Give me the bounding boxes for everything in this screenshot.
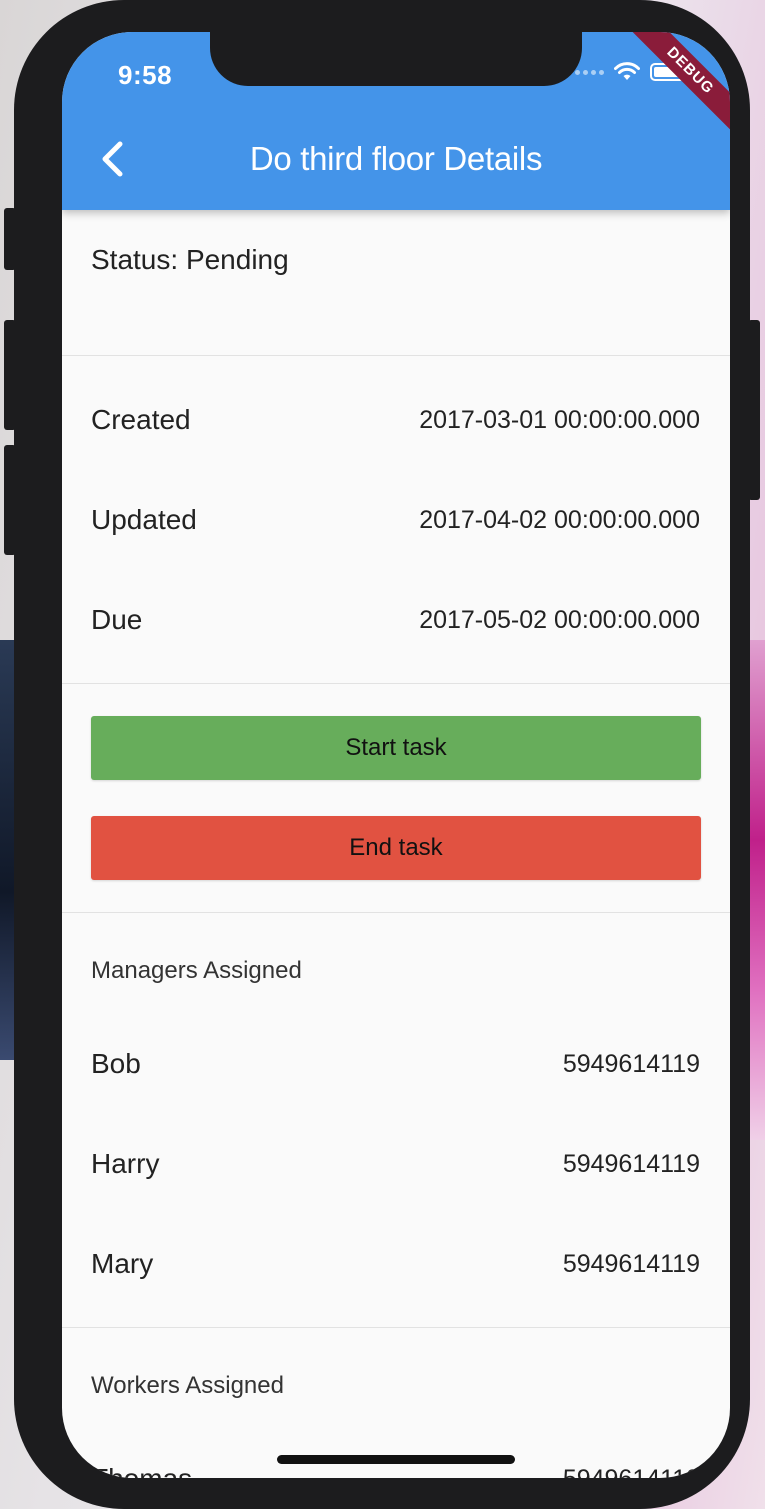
home-indicator[interactable] (277, 1455, 515, 1464)
manager-name: Bob (91, 1048, 141, 1079)
phone-frame: 9:58 DEBUG Do third floor Details Status… (4, 0, 760, 1509)
manager-name: Harry (91, 1148, 160, 1179)
workers-heading: Workers Assigned (91, 1372, 284, 1399)
page-title: Do third floor Details (249, 140, 543, 177)
start-task-button[interactable]: Start task (91, 716, 701, 780)
divider (62, 683, 730, 684)
divider (62, 912, 730, 913)
notch (210, 32, 582, 86)
managers-heading: Managers Assigned (91, 957, 302, 984)
due-label: Due (91, 604, 143, 635)
screen: 9:58 DEBUG Do third floor Details Status… (62, 32, 730, 1478)
due-value: 2017-05-02 00:00:00.000 (419, 606, 700, 634)
divider (62, 1327, 730, 1328)
worker-name: Thomas (91, 1463, 192, 1478)
status-text: Status: Pending (91, 244, 289, 275)
manager-phone: 5949614119 (562, 1050, 700, 1078)
updated-value: 2017-04-02 00:00:00.000 (419, 506, 700, 534)
created-value: 2017-03-01 00:00:00.000 (419, 406, 700, 434)
volume-up-button (4, 320, 16, 430)
debug-banner: DEBUG (624, 32, 730, 137)
manager-phone: 5949614119 (562, 1150, 700, 1178)
silent-switch (4, 208, 16, 270)
created-label: Created (91, 404, 191, 435)
signal-icon (575, 69, 604, 75)
divider (62, 355, 730, 356)
updated-label: Updated (91, 504, 197, 535)
wifi-icon (614, 62, 640, 80)
end-task-button[interactable]: End task (91, 816, 701, 880)
worker-phone: 5949614119 (563, 1465, 700, 1478)
status-time: 9:58 (118, 60, 173, 90)
manager-phone: 5949614119 (562, 1250, 700, 1278)
power-button (748, 320, 760, 500)
manager-name: Mary (91, 1248, 154, 1279)
volume-down-button (4, 445, 16, 555)
